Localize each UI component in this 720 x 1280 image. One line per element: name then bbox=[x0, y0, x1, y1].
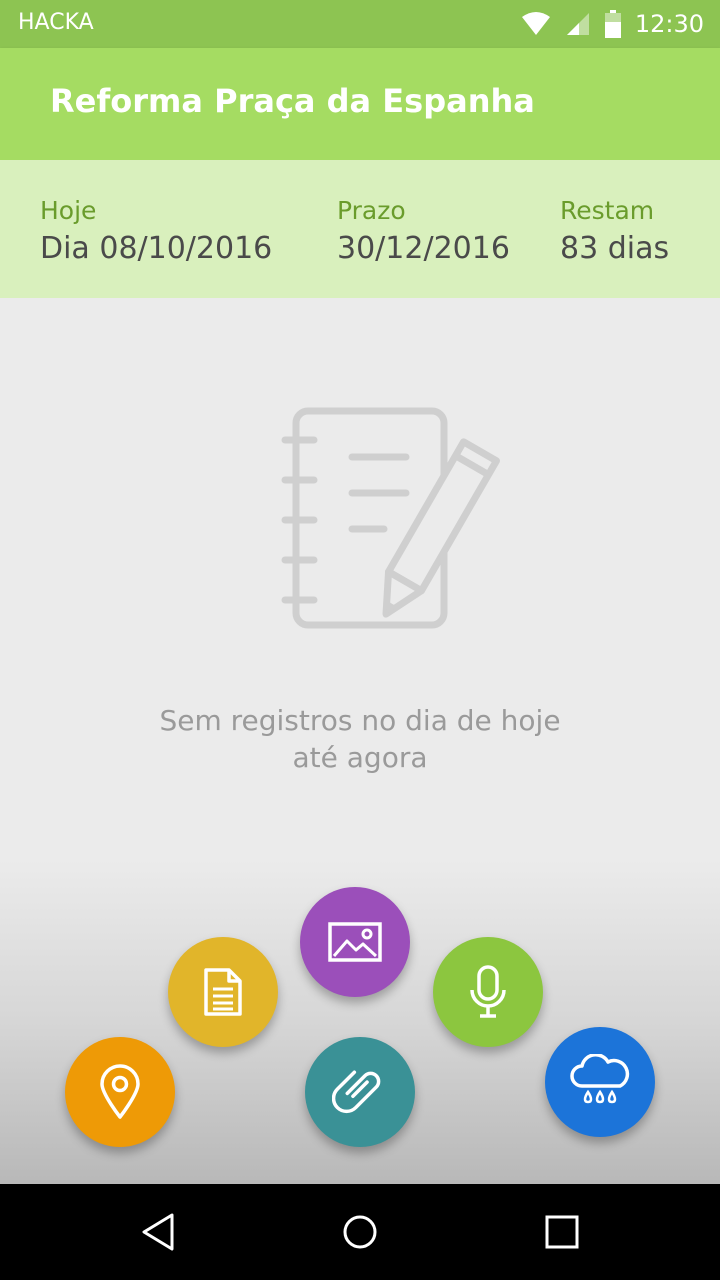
home-icon bbox=[343, 1215, 377, 1249]
back-icon bbox=[142, 1213, 174, 1251]
status-bar: HACKA 12:30 bbox=[0, 0, 720, 48]
paperclip-icon bbox=[332, 1070, 381, 1114]
document-button[interactable] bbox=[168, 937, 278, 1047]
system-nav-bar bbox=[0, 1184, 720, 1280]
deadline-value: 30/12/2016 bbox=[337, 231, 510, 266]
status-icons: 12:30 bbox=[521, 8, 704, 40]
date-info-bar: Hoje Dia 08/10/2016 Prazo 30/12/2016 Res… bbox=[0, 160, 720, 298]
weather-button[interactable] bbox=[545, 1027, 655, 1137]
map-pin-icon bbox=[100, 1064, 140, 1119]
clock: 12:30 bbox=[634, 10, 704, 38]
location-button[interactable] bbox=[65, 1037, 175, 1147]
battery-icon bbox=[604, 10, 621, 38]
deadline-label: Prazo bbox=[337, 196, 406, 225]
today-value: Dia 08/10/2016 bbox=[40, 231, 273, 266]
today-label: Hoje bbox=[40, 196, 97, 225]
notebook-pencil-icon bbox=[281, 407, 500, 629]
project-title: Reforma Praça da Espanha bbox=[50, 82, 535, 120]
deadline-info: Prazo 30/12/2016 bbox=[337, 196, 510, 266]
recents-button[interactable] bbox=[538, 1208, 586, 1256]
wifi-icon bbox=[521, 12, 550, 35]
document-icon bbox=[204, 968, 242, 1016]
remaining-info: Restam 83 dias bbox=[560, 196, 669, 266]
home-button[interactable] bbox=[336, 1208, 384, 1256]
today-info: Hoje Dia 08/10/2016 bbox=[40, 196, 272, 266]
app-bar: Reforma Praça da Espanha bbox=[0, 48, 720, 160]
back-button[interactable] bbox=[134, 1208, 182, 1256]
audio-button[interactable] bbox=[433, 937, 543, 1047]
signal-icon bbox=[566, 13, 589, 35]
remaining-label: Restam bbox=[560, 196, 655, 225]
rain-cloud-icon bbox=[570, 1054, 630, 1104]
image-button[interactable] bbox=[300, 887, 410, 997]
remaining-value: 83 dias bbox=[560, 231, 670, 266]
attachment-button[interactable] bbox=[305, 1037, 415, 1147]
image-icon bbox=[328, 922, 382, 962]
carrier-name: HACKA bbox=[18, 10, 94, 35]
microphone-icon bbox=[470, 965, 506, 1018]
recents-icon bbox=[545, 1215, 579, 1249]
empty-state-message: Sem registros no dia de hoje até agora bbox=[159, 704, 561, 774]
